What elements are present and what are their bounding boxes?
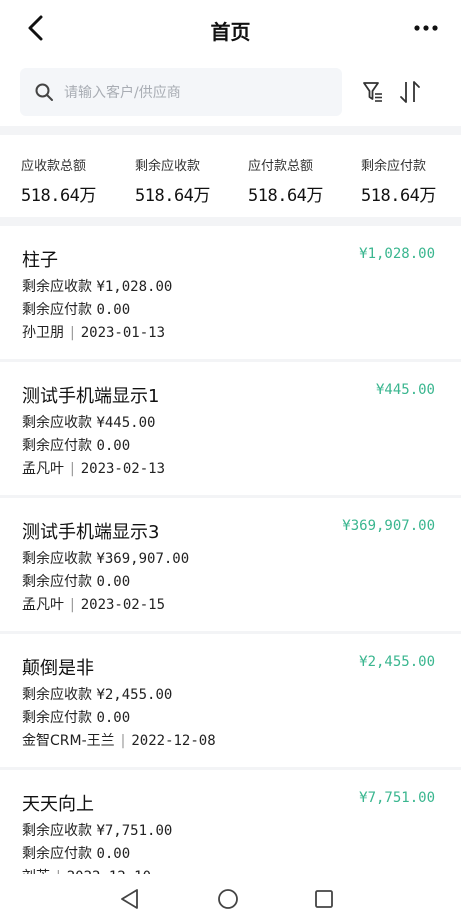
list-item[interactable]: 柱子 ¥1,028.00 剩余应收款 ¥1,028.00 剩余应付款 0.00 …: [0, 226, 461, 362]
payable-label: 剩余应付款: [22, 302, 92, 318]
receivable-label: 剩余应收款: [22, 551, 92, 567]
receivable-label: 剩余应收款: [22, 823, 92, 839]
receivable-line: 剩余应收款 ¥2,455.00: [22, 684, 172, 704]
payable-line: 剩余应付款 0.00: [22, 707, 130, 727]
separator: |: [120, 733, 126, 749]
payable-value: 0.00: [96, 302, 131, 318]
receivable-value: ¥1,028.00: [96, 279, 173, 295]
owner-name: 金智CRM-王兰: [22, 733, 115, 749]
section-divider: [0, 126, 461, 135]
payable-value: 0.00: [96, 846, 131, 862]
search-input[interactable]: 请输入客户/供应商: [20, 68, 342, 116]
record-date: 2023-02-13: [80, 461, 166, 477]
record-name: 颠倒是非: [22, 658, 94, 679]
owner-name: 孟凡叶: [22, 461, 64, 477]
record-amount: ¥2,455.00: [359, 654, 435, 670]
payable-label: 剩余应付款: [22, 710, 92, 726]
payable-value: 0.00: [96, 574, 131, 590]
receivable-label: 剩余应收款: [22, 415, 92, 431]
separator: |: [70, 461, 75, 477]
record-name: 天天向上: [22, 794, 94, 815]
search-placeholder: 请输入客户/供应商: [64, 85, 181, 101]
payable-label: 剩余应付款: [22, 846, 92, 862]
stat-label: 应收款总额: [21, 159, 87, 174]
stat-value: 518.64万: [135, 186, 210, 206]
owner-date-line: 孙卫朋 | 2023-01-13: [22, 322, 165, 342]
payable-label: 剩余应付款: [22, 574, 92, 590]
owner-date-line: 孟凡叶 | 2023-02-13: [22, 458, 165, 478]
payable-line: 剩余应付款 0.00: [22, 435, 130, 455]
stat-remaining-receivable: 剩余应收款 518.64万: [135, 155, 249, 206]
stat-remaining-payable: 剩余应付款 518.64万: [361, 155, 461, 206]
stat-label: 应付款总额: [248, 159, 314, 174]
list-item[interactable]: 测试手机端显示1 ¥445.00 剩余应收款 ¥445.00 剩余应付款 0.0…: [0, 362, 461, 498]
stat-label: 剩余应付款: [361, 159, 427, 174]
filter-icon[interactable]: [362, 80, 384, 104]
record-date: 2023-01-13: [80, 325, 166, 341]
payable-value: 0.00: [96, 438, 131, 454]
record-list: 柱子 ¥1,028.00 剩余应收款 ¥1,028.00 剩余应付款 0.00 …: [0, 226, 461, 874]
receivable-value: ¥7,751.00: [96, 823, 173, 839]
system-nav-bar: [0, 874, 461, 922]
section-divider: [0, 217, 461, 226]
stat-value: 518.64万: [361, 186, 436, 206]
payable-value: 0.00: [96, 710, 131, 726]
summary-stats: 应收款总额 518.64万 剩余应收款 518.64万 应付款总额 518.64…: [0, 135, 461, 217]
receivable-label: 剩余应收款: [22, 687, 92, 703]
record-amount: ¥7,751.00: [359, 790, 435, 806]
owner-date-line: 金智CRM-王兰 | 2022-12-08: [22, 730, 216, 750]
record-date: 2023-02-15: [80, 597, 166, 613]
record-amount: ¥445.00: [375, 382, 435, 398]
record-amount: ¥369,907.00: [342, 518, 435, 534]
stat-label: 剩余应收款: [135, 159, 201, 174]
receivable-value: ¥369,907.00: [96, 551, 190, 567]
sort-icon[interactable]: [398, 78, 422, 106]
owner-date-line: 刘芳|2022-12-10: [22, 866, 151, 874]
owner-name: 孟凡叶: [22, 597, 64, 613]
stat-value: 518.64万: [248, 186, 323, 206]
receivable-line: 剩余应收款 ¥445.00: [22, 412, 155, 432]
receivable-line: 剩余应收款 ¥1,028.00: [22, 276, 172, 296]
stat-total-payable: 应付款总额 518.64万: [248, 155, 362, 206]
receivable-value: ¥2,455.00: [96, 687, 173, 703]
receivable-line: 剩余应收款 ¥7,751.00: [22, 820, 172, 840]
record-name: 柱子: [22, 250, 58, 271]
more-options-icon[interactable]: [411, 14, 441, 42]
top-bar: 首页: [0, 0, 461, 58]
record-name: 测试手机端显示1: [22, 386, 160, 407]
nav-recents-icon[interactable]: [313, 888, 335, 910]
record-name: 测试手机端显示3: [22, 522, 160, 543]
stat-value: 518.64万: [21, 186, 96, 206]
owner-date-line: 孟凡叶 | 2023-02-15: [22, 594, 165, 614]
list-item[interactable]: 颠倒是非 ¥2,455.00 剩余应收款 ¥2,455.00 剩余应付款 0.0…: [0, 634, 461, 770]
payable-line: 剩余应付款 0.00: [22, 843, 130, 863]
record-amount: ¥1,028.00: [359, 246, 435, 262]
nav-home-icon[interactable]: [217, 888, 239, 910]
receivable-label: 剩余应收款: [22, 279, 92, 295]
record-date: 2022-12-08: [131, 733, 216, 749]
list-item[interactable]: 测试手机端显示3 ¥369,907.00 剩余应收款 ¥369,907.00 剩…: [0, 498, 461, 634]
separator: |: [70, 325, 75, 341]
owner-name: 孙卫朋: [22, 325, 64, 341]
payable-label: 剩余应付款: [22, 438, 92, 454]
search-icon: [35, 83, 53, 101]
stat-total-receivable: 应收款总额 518.64万: [21, 155, 135, 206]
receivable-line: 剩余应收款 ¥369,907.00: [22, 548, 189, 568]
nav-back-icon[interactable]: [119, 888, 141, 910]
separator: |: [70, 597, 75, 613]
list-item[interactable]: 天天向上 ¥7,751.00 剩余应收款 ¥7,751.00 剩余应付款 0.0…: [0, 770, 461, 874]
receivable-value: ¥445.00: [96, 415, 156, 431]
payable-line: 剩余应付款 0.00: [22, 299, 130, 319]
payable-line: 剩余应付款 0.00: [22, 571, 130, 591]
page-title: 首页: [210, 20, 251, 44]
